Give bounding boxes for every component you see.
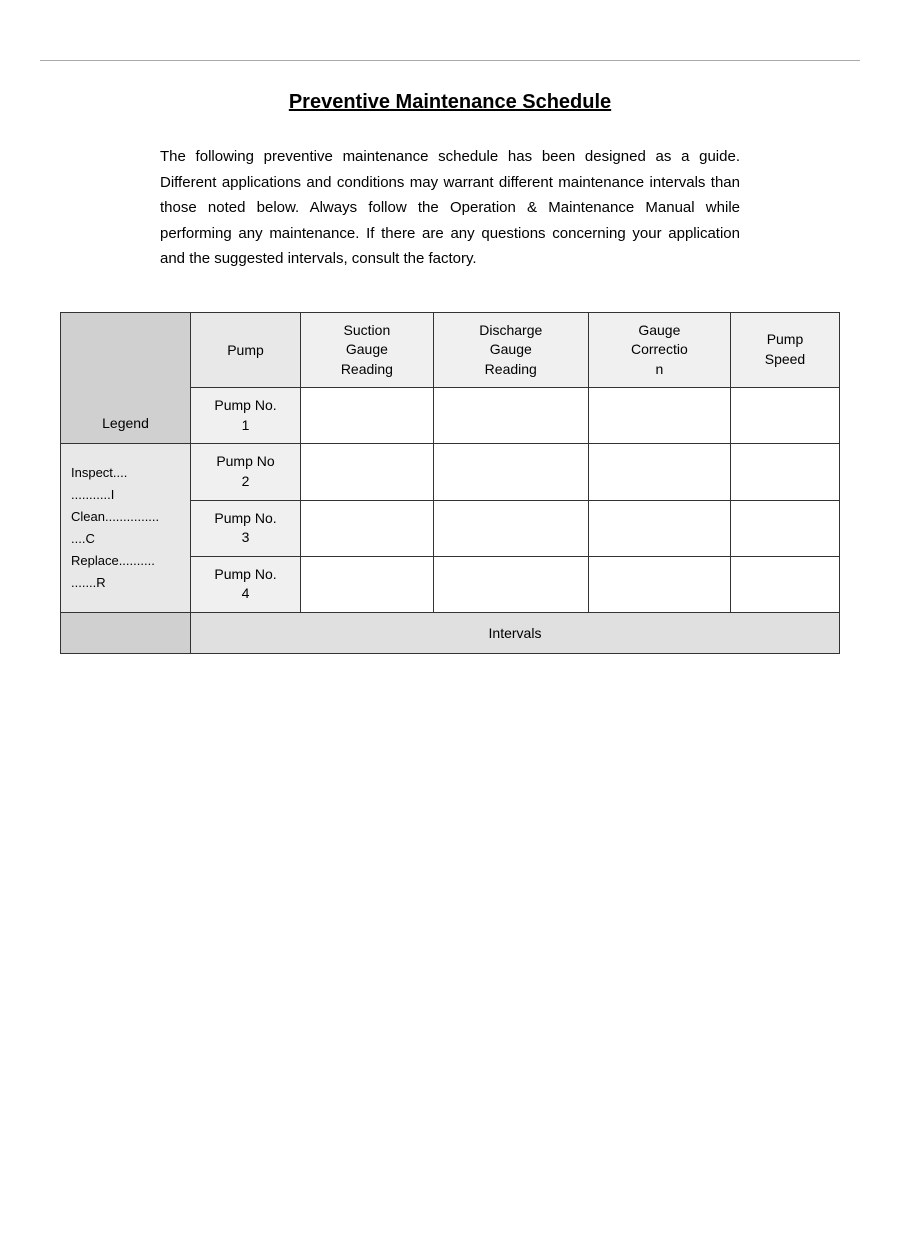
table-container: LegendPumpSuctionGaugeReadingDischargeGa… <box>60 312 840 655</box>
intro-paragraph: The following preventive maintenance sch… <box>160 144 740 272</box>
intervals-row: Intervals <box>61 613 840 654</box>
pump3-data-3 <box>730 500 839 556</box>
pump1-data-1 <box>433 388 588 444</box>
page-container: Preventive Maintenance Schedule The foll… <box>0 60 900 1260</box>
pump2-label: Pump No2 <box>191 444 301 500</box>
gauge-correction-header: GaugeCorrection <box>588 312 730 388</box>
pump2-data-1 <box>433 444 588 500</box>
pump4-data-3 <box>730 556 839 612</box>
discharge-header: DischargeGaugeReading <box>433 312 588 388</box>
pump3-data-1 <box>433 500 588 556</box>
pump4-data-0 <box>301 556 434 612</box>
top-rule <box>40 60 860 61</box>
legend-end-cell <box>61 613 191 654</box>
title-section: Preventive Maintenance Schedule <box>40 91 860 114</box>
pump2-data-2 <box>588 444 730 500</box>
header-row: LegendPumpSuctionGaugeReadingDischargeGa… <box>61 312 840 388</box>
pump1-data-3 <box>730 388 839 444</box>
intervals-cell: Intervals <box>191 613 840 654</box>
page-title: Preventive Maintenance Schedule <box>289 91 611 113</box>
pump2-row: Inspect...............IClean............… <box>61 444 840 500</box>
pump3-data-2 <box>588 500 730 556</box>
pump1-label: Pump No.1 <box>191 388 301 444</box>
pump4-label: Pump No.4 <box>191 556 301 612</box>
pump-speed-header: PumpSpeed <box>730 312 839 388</box>
pump3-data-0 <box>301 500 434 556</box>
legend-items-cell: Inspect...............IClean............… <box>61 444 191 613</box>
pump3-label: Pump No.3 <box>191 500 301 556</box>
pump4-data-1 <box>433 556 588 612</box>
pump2-data-0 <box>301 444 434 500</box>
suction-header: SuctionGaugeReading <box>301 312 434 388</box>
maintenance-table: LegendPumpSuctionGaugeReadingDischargeGa… <box>60 312 840 655</box>
pump-col-header: Pump <box>191 312 301 388</box>
pump1-data-0 <box>301 388 434 444</box>
pump2-data-3 <box>730 444 839 500</box>
pump1-data-2 <box>588 388 730 444</box>
legend-header-cell: Legend <box>61 312 191 444</box>
pump4-data-2 <box>588 556 730 612</box>
